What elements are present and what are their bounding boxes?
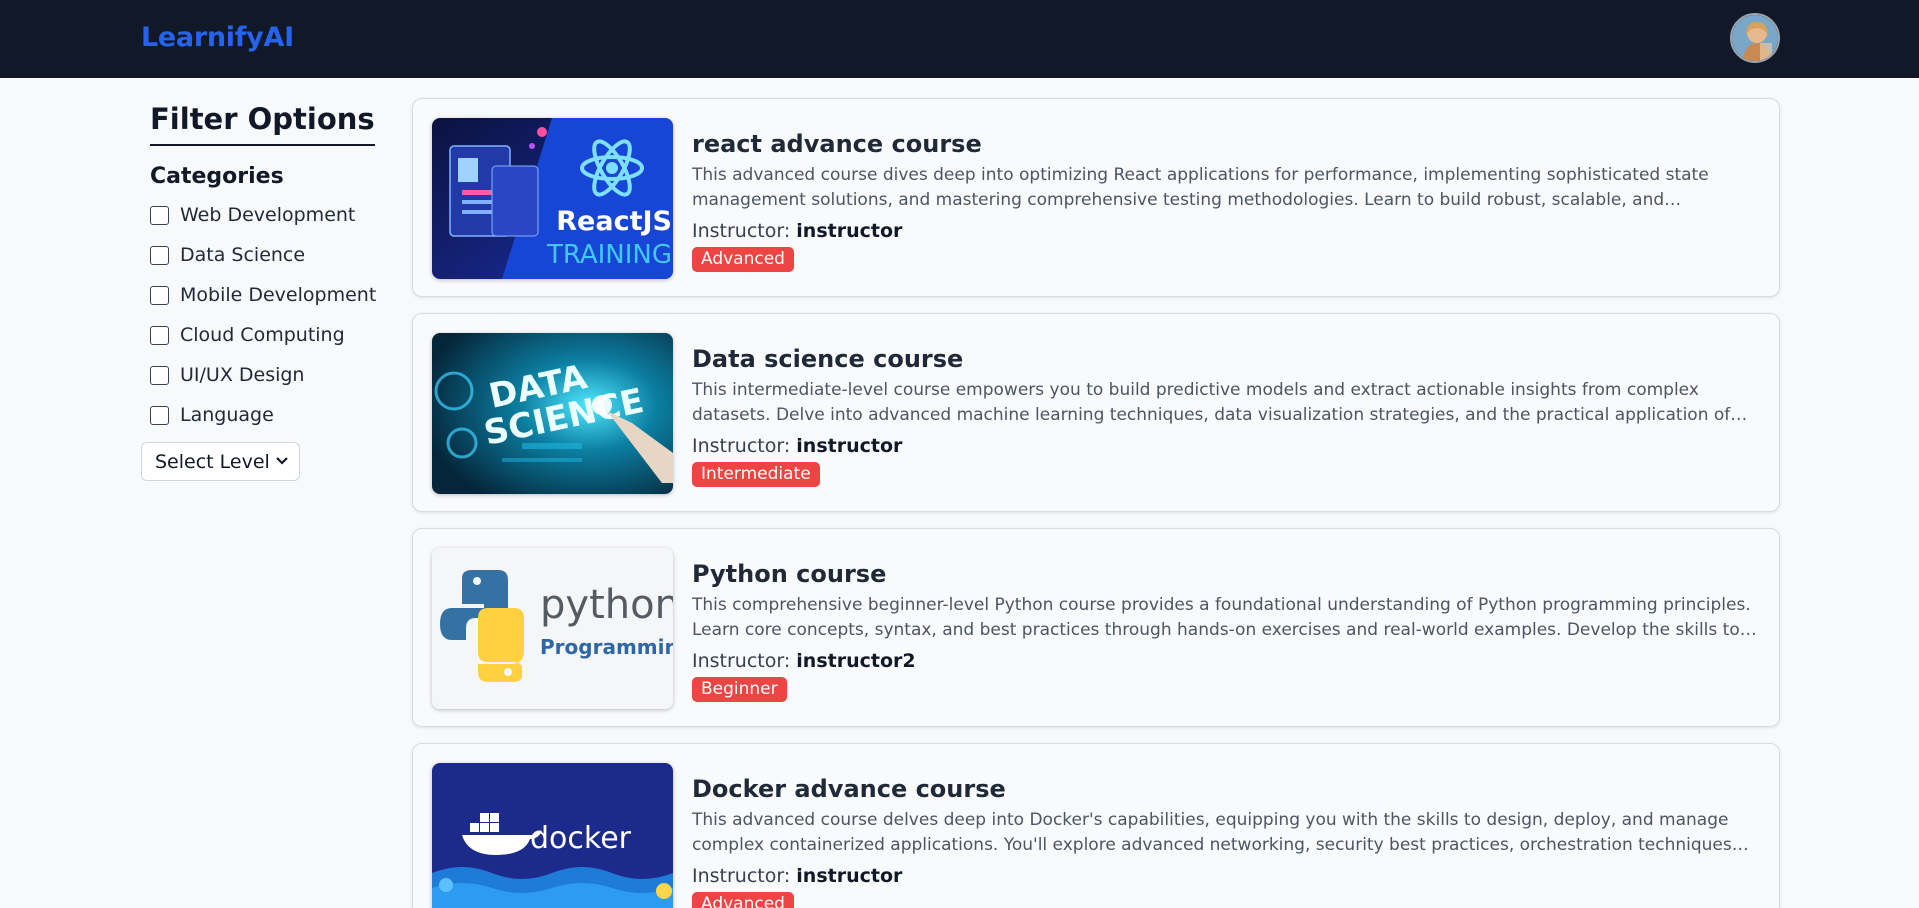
thumb-text: python (540, 582, 673, 628)
course-instructor: Instructor: instructor (692, 220, 902, 242)
thumb-text: docker (530, 821, 632, 856)
course-card[interactable]: ReactJS TRAINING react advance course Th… (412, 98, 1780, 297)
checkbox[interactable] (150, 245, 169, 265)
chevron-down-icon (276, 457, 288, 465)
course-instructor: Instructor: instructor2 (692, 650, 916, 672)
top-navbar: LearnifyAI (0, 0, 1919, 78)
course-title[interactable]: Docker advance course (692, 775, 1006, 803)
course-title[interactable]: react advance course (692, 130, 982, 158)
instructor-name: instructor2 (796, 650, 916, 672)
course-card[interactable]: docker Docker advance course This advanc… (412, 743, 1780, 908)
level-badge: Beginner (692, 677, 787, 702)
instructor-name: instructor (796, 435, 903, 457)
course-description: This advanced course delves deep into Do… (692, 810, 1732, 855)
course-title[interactable]: Data science course (692, 345, 963, 373)
course-card[interactable]: python Programming Python course This co… (412, 528, 1780, 727)
category-language[interactable]: Language (150, 402, 274, 428)
category-ui-ux-design[interactable]: UI/UX Design (150, 362, 304, 388)
level-badge: Intermediate (692, 462, 820, 487)
category-web-development[interactable]: Web Development (150, 202, 355, 228)
course-card[interactable]: DATA SCIENCE Data science course This in… (412, 313, 1780, 512)
course-description: This comprehensive beginner-level Python… (692, 595, 1751, 640)
level-select-value: Select Level (155, 450, 270, 473)
course-thumbnail[interactable]: ReactJS TRAINING (432, 118, 673, 279)
categories-heading: Categories (150, 164, 284, 189)
course-description: This advanced course dives deep into opt… (692, 165, 1709, 210)
level-badge: Advanced (692, 247, 794, 272)
brand-logo[interactable]: LearnifyAI (141, 22, 294, 53)
category-label: Cloud Computing (180, 324, 345, 346)
course-thumbnail[interactable]: python Programming (432, 548, 673, 709)
course-title[interactable]: Python course (692, 560, 886, 588)
checkbox[interactable] (150, 285, 169, 305)
filter-title: Filter Options (150, 102, 375, 146)
checkbox[interactable] (150, 365, 169, 385)
instructor-name: instructor (796, 865, 903, 887)
course-thumbnail[interactable]: DATA SCIENCE (432, 333, 673, 494)
category-mobile-development[interactable]: Mobile Development (150, 282, 376, 308)
instructor-label: Instructor: (692, 650, 797, 672)
course-thumbnail[interactable]: docker (432, 763, 673, 908)
course-instructor: Instructor: instructor (692, 435, 902, 457)
user-avatar-icon[interactable] (1730, 13, 1780, 63)
checkbox[interactable] (150, 325, 169, 345)
thumb-text: TRAINING (546, 240, 672, 270)
instructor-name: instructor (796, 220, 903, 242)
category-label: Language (180, 404, 274, 426)
instructor-label: Instructor: (692, 865, 797, 887)
category-cloud-computing[interactable]: Cloud Computing (150, 322, 345, 348)
checkbox[interactable] (150, 205, 169, 225)
category-label: Web Development (180, 204, 356, 226)
course-description: This intermediate-level course empowers … (692, 380, 1731, 425)
category-label: Mobile Development (180, 284, 377, 306)
checkbox[interactable] (150, 405, 169, 425)
instructor-label: Instructor: (692, 220, 797, 242)
instructor-label: Instructor: (692, 435, 797, 457)
thumb-text: ReactJS (556, 206, 672, 237)
category-label: Data Science (180, 244, 306, 266)
category-label: UI/UX Design (180, 364, 305, 386)
level-select[interactable]: Select Level (141, 442, 300, 481)
course-instructor: Instructor: instructor (692, 865, 902, 887)
thumb-text: Programming (540, 635, 673, 659)
category-data-science[interactable]: Data Science (150, 242, 305, 268)
level-badge: Advanced (692, 892, 794, 908)
